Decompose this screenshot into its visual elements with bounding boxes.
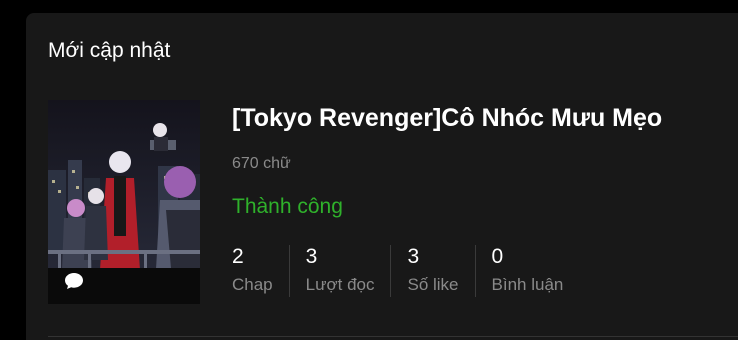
stat-value: 0 (491, 245, 504, 268)
word-count: 670 chữ (232, 155, 291, 172)
comment-bubble-icon (65, 273, 83, 289)
recent-updates-panel: Mới cập nhật [Tokyo Revenger]Cô Nhóc Mưu… (26, 13, 738, 340)
story-stats: 2 Chap 3 Lượt đọc 3 Số like 0 Bình luận (232, 245, 579, 297)
stat-chapters: 2 Chap (232, 245, 289, 297)
stat-value: 3 (407, 245, 420, 268)
divider (48, 336, 738, 337)
stat-label: Bình luận (491, 275, 564, 294)
story-cover-image[interactable] (48, 100, 200, 304)
stat-value: 3 (305, 245, 318, 268)
stat-likes: 3 Số like (390, 245, 474, 297)
stat-comments: 0 Bình luận (474, 245, 580, 297)
stat-label: Số like (407, 275, 459, 294)
stat-reads: 3 Lượt đọc (288, 245, 391, 297)
status-badge: Thành công (232, 195, 343, 218)
story-card[interactable]: [Tokyo Revenger]Cô Nhóc Mưu Mẹo 670 chữ … (26, 13, 738, 340)
story-title[interactable]: [Tokyo Revenger]Cô Nhóc Mưu Mẹo (232, 104, 662, 133)
stat-label: Chap (232, 275, 273, 294)
stat-value: 2 (232, 245, 244, 268)
stat-label: Lượt đọc (305, 275, 375, 294)
